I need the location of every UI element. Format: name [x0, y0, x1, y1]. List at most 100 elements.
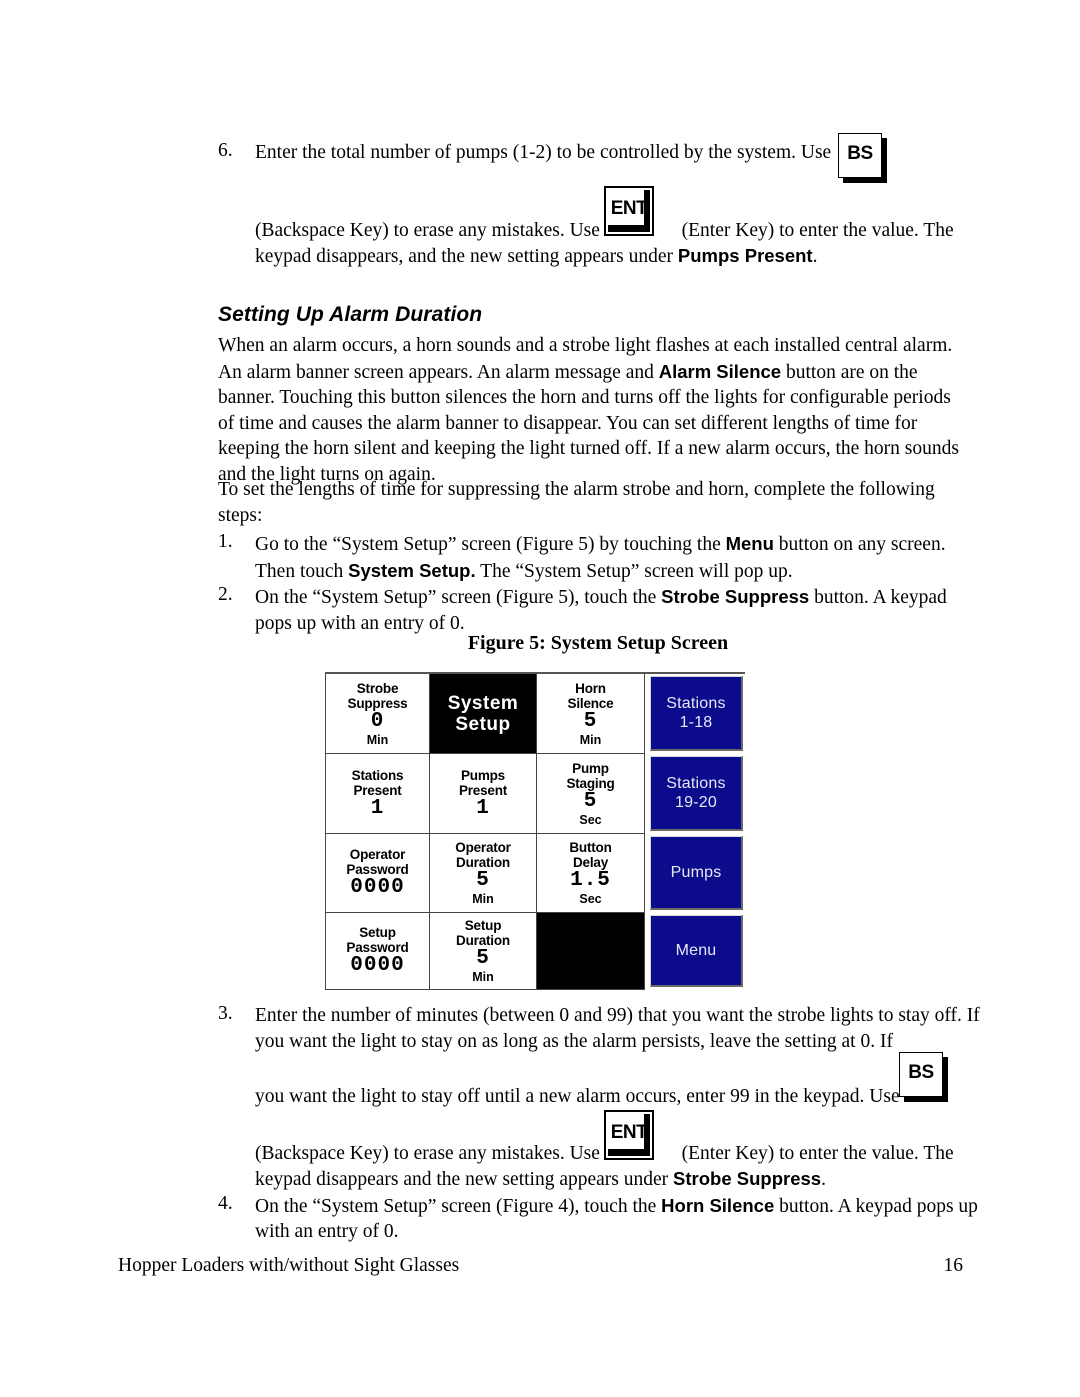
footer-title: Hopper Loaders with/without Sight Glasse… — [118, 1255, 460, 1276]
pump-staging-unit: Sec — [579, 812, 602, 827]
step-3-line-4-b: . — [821, 1169, 826, 1190]
horn-silence-value: 5 — [583, 709, 598, 733]
step-3-line-1: Enter the number of minutes (between 0 a… — [255, 1005, 980, 1052]
operator-duration-unit: Min — [472, 892, 494, 906]
menu-button-label: Menu — [675, 942, 717, 959]
step-3-line-4-a: keypad disappears and the new setting ap… — [255, 1169, 674, 1190]
intro-paragraph: When an alarm occurs, a horn sounds and … — [218, 333, 964, 487]
menu-button[interactable]: Menu — [650, 915, 743, 987]
backspace-key-icon: BS — [899, 1052, 943, 1097]
backspace-key-label: BS — [908, 1062, 934, 1083]
list-item: 3. Enter the number of minutes (between … — [218, 1003, 983, 1193]
pump-staging-label-2: Staging — [566, 775, 615, 791]
figure-caption: Figure 5: System Setup Screen — [218, 632, 978, 655]
setup-duration-value: 5 — [476, 947, 490, 970]
stations-19-20-button[interactable]: Stations 19-20 — [650, 756, 743, 831]
pumps-present-label-2: Present — [458, 782, 508, 798]
setup-duration-label-1: Setup — [464, 918, 502, 933]
operator-password-label-1: Operator — [349, 847, 406, 862]
stations-present-cell[interactable]: Stations Present 1 — [325, 754, 430, 834]
system-setup-bold: System Setup. — [348, 559, 476, 581]
hmi-row: Stations Present 1 Pumps Present 1 Pump … — [325, 754, 745, 834]
footer-page-number: 16 — [943, 1255, 964, 1276]
operator-password-value: 0000 — [350, 876, 405, 899]
stations-present-label-1: Stations — [351, 767, 404, 783]
setup-duration-unit: Min — [472, 970, 494, 984]
alarm-silence-bold: Alarm Silence — [658, 360, 782, 382]
menu-cell: Menu — [645, 913, 745, 990]
setup-password-label-2: Password — [346, 940, 409, 955]
hmi-row: Operator Password 0000 Operator Duration… — [325, 834, 745, 913]
step-6-line-3-text-b: . — [812, 246, 818, 267]
system-setup-title-1: System — [447, 692, 519, 714]
pumps-present-cell[interactable]: Pumps Present 1 — [430, 754, 537, 834]
list-item: 1. Go to the “System Setup” screen (Figu… — [218, 531, 973, 584]
list-item: 4. On the “System Setup” screen (Figure … — [218, 1193, 983, 1245]
horn-silence-bold: Horn Silence — [661, 1194, 775, 1216]
pumps-cell: Pumps — [645, 834, 745, 913]
button-delay-label-2: Delay — [572, 855, 609, 870]
operator-password-label-2: Password — [346, 862, 409, 877]
stations-1-18-button[interactable]: Stations 1-18 — [650, 676, 743, 751]
horn-silence-unit: Min — [579, 732, 602, 747]
pumps-button-label-1: Pumps — [670, 864, 722, 881]
list-item: 2. On the “System Setup” screen (Figure … — [218, 584, 973, 636]
lead-in-paragraph: To set the lengths of time for suppressi… — [218, 477, 958, 528]
step-6-line-2-text-a: (Backspace Key) to erase any mistakes. U… — [255, 219, 600, 241]
hmi-row: Strobe Suppress 0 Min System Setup Horn … — [325, 674, 745, 754]
operator-password-cell[interactable]: Operator Password 0000 — [325, 834, 430, 913]
pump-staging-value: 5 — [583, 789, 598, 813]
empty-cell — [537, 913, 645, 990]
hmi-row: Setup Password 0000 Setup Duration 5 Min… — [325, 913, 745, 990]
setup-password-label-1: Setup — [359, 925, 396, 940]
section-block: Setting Up Alarm Duration — [218, 303, 978, 327]
horn-silence-cell[interactable]: Horn Silence 5 Min — [537, 674, 645, 754]
pumps-present-bold: Pumps Present — [677, 245, 813, 266]
step-4-text: On the “System Setup” screen (Figure 4),… — [255, 1193, 983, 1245]
system-setup-title-2: Setup — [455, 713, 511, 735]
strobe-suppress-unit: Min — [366, 732, 389, 747]
stations-1-18-label-2: 1-18 — [679, 714, 713, 731]
step-number: 2. — [218, 584, 233, 605]
setup-duration-cell[interactable]: Setup Duration 5 Min — [430, 913, 537, 990]
button-delay-label-1: Button — [569, 840, 612, 855]
document-page: 6. Enter the total number of pumps (1-2)… — [0, 0, 1080, 1397]
pumps-button[interactable]: Pumps — [650, 836, 743, 910]
stations-present-label-2: Present — [353, 782, 402, 798]
step-3-line-4: keypad disappears and the new setting ap… — [255, 1166, 983, 1193]
horn-silence-label-2: Silence — [567, 695, 614, 711]
enter-key-icon: ENT — [604, 1110, 654, 1160]
step-3-line-2: you want the light to stay off until a n… — [255, 1086, 900, 1107]
setup-password-cell[interactable]: Setup Password 0000 — [325, 913, 430, 990]
enter-key-label: ENT — [610, 1122, 648, 1143]
strobe-suppress-label-1: Strobe — [356, 680, 399, 696]
step-6-line-1-text: Enter the total number of pumps (1-2) to… — [255, 142, 832, 163]
step-number: 1. — [218, 531, 233, 552]
step-4-text-a: On the “System Setup” screen (Figure 4),… — [255, 1195, 662, 1217]
strobe-suppress-cell[interactable]: Strobe Suppress 0 Min — [325, 674, 430, 754]
pump-staging-cell[interactable]: Pump Staging 5 Sec — [537, 754, 645, 834]
setup-password-value: 0000 — [350, 954, 405, 977]
operator-duration-cell[interactable]: Operator Duration 5 Min — [430, 834, 537, 913]
button-delay-cell[interactable]: Button Delay 1.5 Sec — [537, 834, 645, 913]
horn-silence-label-1: Horn — [575, 680, 606, 696]
figure-caption-text: Figure 5: System Setup Screen — [467, 632, 729, 654]
strobe-suppress-value: 0 — [370, 709, 385, 733]
step-6-line-3: keypad disappears, and the new setting a… — [255, 243, 978, 270]
step-3-block: 3. Enter the number of minutes (between … — [218, 1003, 983, 1245]
system-setup-title-cell: System Setup — [430, 674, 537, 754]
enter-key-label: ENT — [610, 198, 648, 219]
step-number: 3. — [218, 1003, 233, 1024]
pumps-present-label-1: Pumps — [460, 767, 505, 783]
step-number: 4. — [218, 1192, 233, 1214]
operator-duration-label-1: Operator — [455, 840, 511, 855]
stations-1-18-cell: Stations 1-18 — [645, 674, 745, 754]
step-1-text-c: The “System Setup” screen will pop up. — [475, 560, 793, 582]
steps-1-2-block: 1. Go to the “System Setup” screen (Figu… — [218, 531, 973, 636]
system-setup-screen: Strobe Suppress 0 Min System Setup Horn … — [325, 672, 745, 990]
step-6-line-3-text-a: keypad disappears, and the new setting a… — [255, 246, 678, 267]
section-heading: Setting Up Alarm Duration — [218, 303, 483, 326]
button-delay-unit: Sec — [579, 892, 602, 906]
stations-1-18-label-1: Stations — [666, 695, 726, 712]
pumps-present-value: 1 — [476, 796, 490, 820]
